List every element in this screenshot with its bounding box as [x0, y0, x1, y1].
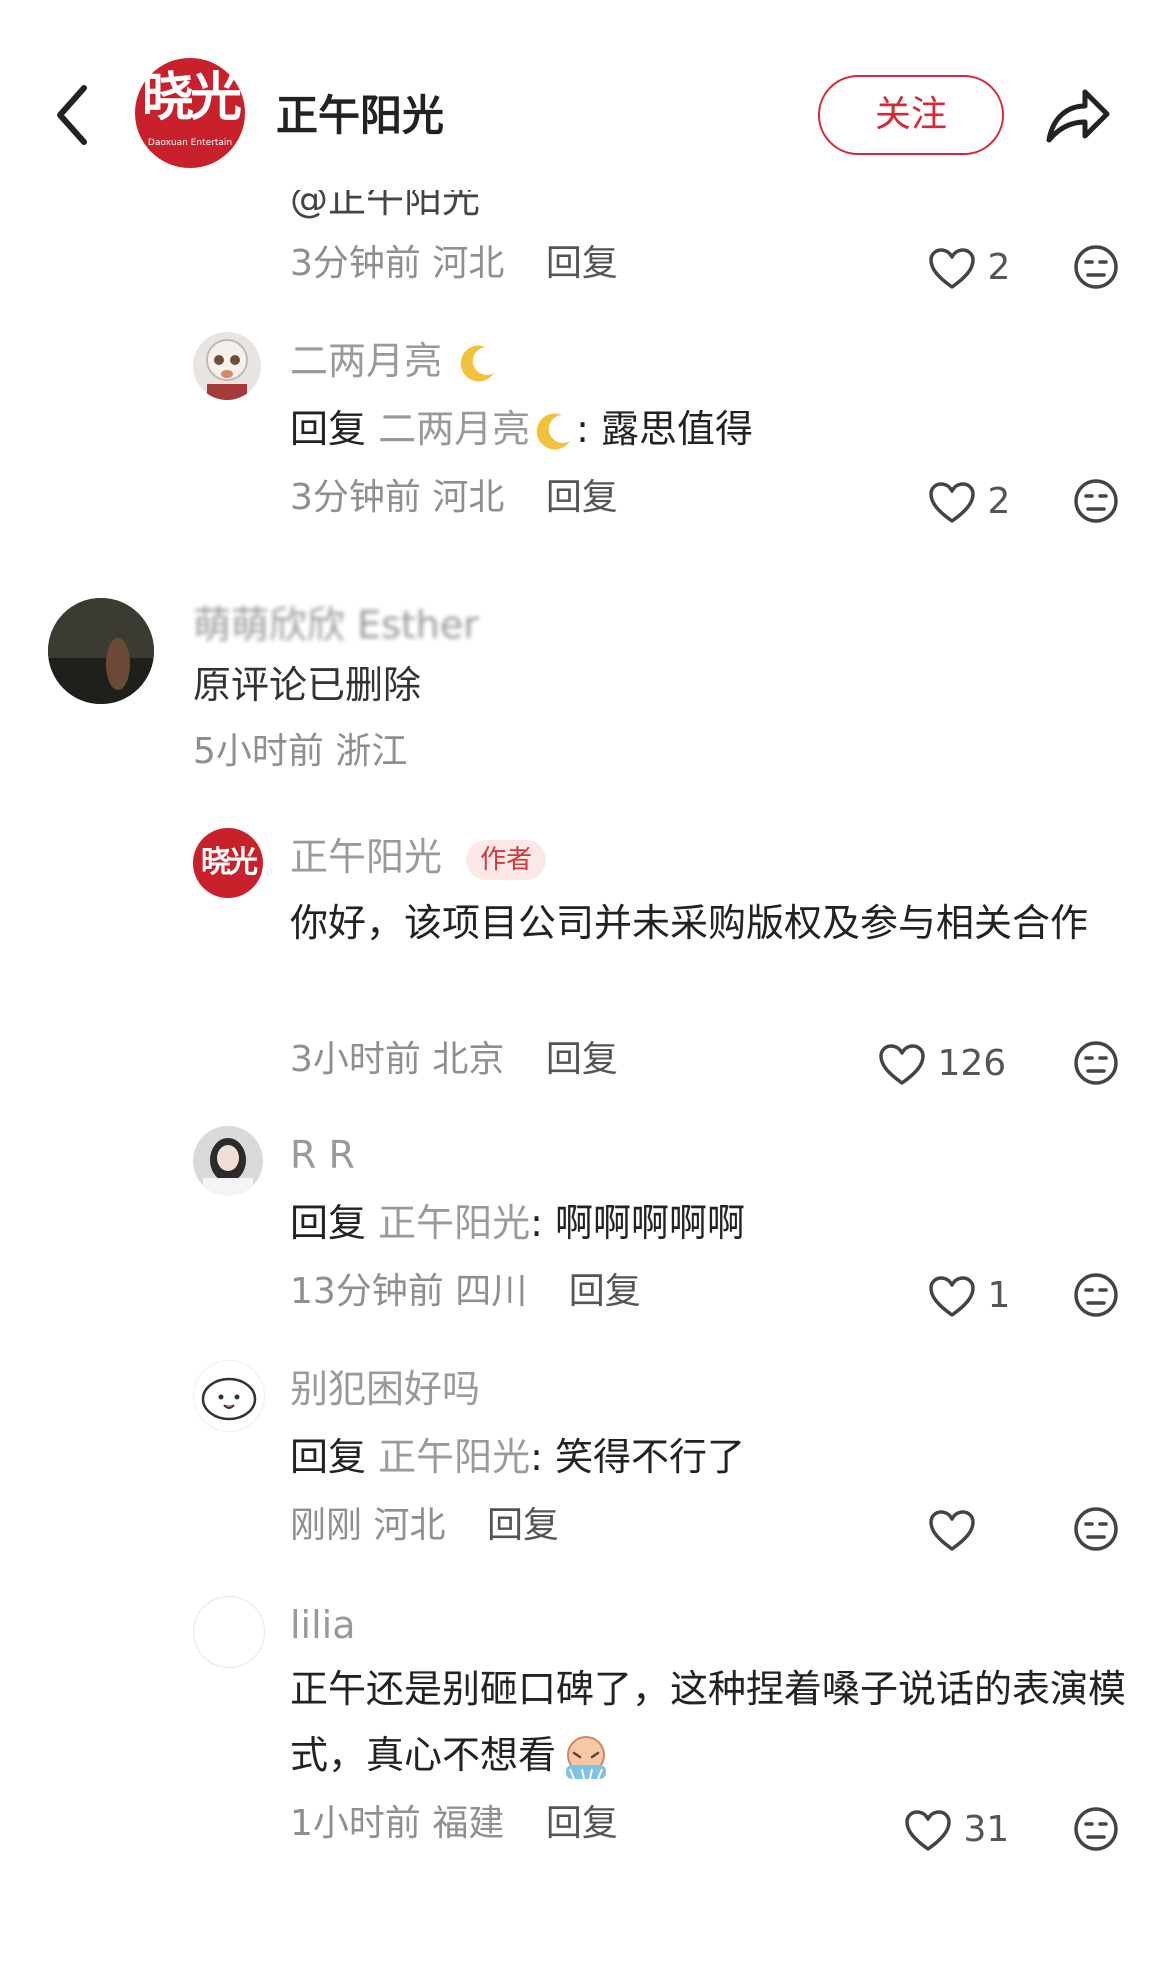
- comment-time: 刚刚: [290, 1505, 363, 1546]
- avatar[interactable]: [193, 1360, 265, 1432]
- comment-time: 5小时前: [193, 731, 324, 772]
- like-button[interactable]: [928, 1506, 976, 1554]
- unhappy-face-icon[interactable]: [1073, 478, 1119, 524]
- avatar[interactable]: [193, 1596, 265, 1668]
- avatar[interactable]: [193, 332, 261, 400]
- unhappy-face-icon[interactable]: [1073, 244, 1119, 290]
- comment-meta: 3分钟前 河北 回复: [290, 474, 618, 522]
- heart-icon: [929, 248, 975, 289]
- reply-prefix: 回复: [290, 1201, 367, 1245]
- comment-username[interactable]: 别犯困好吗: [290, 1364, 480, 1414]
- like-count: 2: [987, 481, 1011, 522]
- reply-text: : 笑得不行了: [530, 1435, 746, 1479]
- reply-button[interactable]: 回复: [569, 1271, 641, 1312]
- comment-username[interactable]: lilia: [290, 1600, 356, 1650]
- like-button[interactable]: 31: [904, 1806, 1009, 1854]
- like-button[interactable]: 2: [928, 478, 1010, 526]
- like-count: 126: [937, 1043, 1007, 1084]
- avatar[interactable]: 晓光: [193, 828, 263, 898]
- author-badge: 作者: [466, 839, 547, 880]
- reply-button[interactable]: 回复: [546, 477, 618, 518]
- comment-location: 浙江: [335, 731, 408, 772]
- heart-icon: [929, 1510, 975, 1551]
- comment-location: 四川: [455, 1271, 528, 1312]
- reply-prefix: 回复: [290, 407, 367, 451]
- unhappy-face-icon[interactable]: [1073, 1806, 1119, 1852]
- comment-location: 北京: [432, 1039, 505, 1080]
- reply-button[interactable]: 回复: [546, 1803, 618, 1844]
- logo-text: 晓光: [141, 68, 242, 128]
- username-text: 正午阳光: [290, 835, 443, 879]
- like-count: 31: [963, 1809, 1010, 1850]
- comment-time: 3分钟前: [290, 477, 421, 518]
- follow-button[interactable]: 关注: [818, 75, 1004, 155]
- username-text: 二两月亮: [290, 339, 443, 383]
- reply-button[interactable]: 回复: [546, 243, 618, 284]
- cartoon-sheep-avatar-icon: [206, 339, 248, 400]
- reply-prefix: 回复: [290, 1435, 367, 1479]
- cartoon-cat-avatar-icon: [201, 1377, 257, 1421]
- like-button[interactable]: 2: [928, 244, 1010, 292]
- heart-icon: [905, 1810, 951, 1851]
- comment-time: 3分钟前: [290, 243, 421, 284]
- comment-location: 河北: [432, 477, 505, 518]
- comment-time: 13分钟前: [290, 1271, 444, 1312]
- comment-meta: 1小时前 福建 回复: [290, 1800, 618, 1848]
- comment-text: 正午还是别砸口碑了，这种捏着嗓子说话的表演模式，真心不想看: [290, 1667, 1127, 1777]
- crescent-moon-icon: [536, 412, 571, 449]
- author-avatar-logo[interactable]: 晓光 Daoxuan Entertain: [135, 58, 245, 168]
- like-button[interactable]: 126: [878, 1040, 1006, 1088]
- reply-text: : 露思值得: [576, 407, 754, 451]
- comment-meta: 5小时前 浙江: [193, 728, 407, 776]
- logo-text: 晓光: [201, 845, 258, 880]
- comment-body: 回复 正午阳光: 笑得不行了: [290, 1432, 745, 1482]
- comment-username[interactable]: R R: [290, 1130, 355, 1180]
- avatar[interactable]: [193, 1126, 263, 1196]
- reply-target-name[interactable]: 正午阳光: [378, 1435, 530, 1479]
- comment-meta: 刚刚 河北 回复: [290, 1502, 559, 1550]
- like-count: 2: [987, 247, 1011, 288]
- comment-location: 河北: [432, 243, 505, 284]
- avatar[interactable]: [48, 598, 154, 704]
- unhappy-face-icon[interactable]: [1073, 1272, 1119, 1318]
- comment-location: 河北: [373, 1505, 446, 1546]
- comment-body: 你好，该项目公司并未采购版权及参与相关合作: [290, 901, 1089, 945]
- comment-body: 回复 正午阳光: 啊啊啊啊啊: [290, 1198, 745, 1248]
- unhappy-face-icon[interactable]: [1073, 1040, 1119, 1086]
- chevron-left-icon[interactable]: [52, 80, 92, 150]
- top-bar: 晓光 Daoxuan Entertain 正午阳光 关注: [0, 0, 1170, 190]
- comment-username[interactable]: 正午阳光 作者: [290, 832, 547, 882]
- comment-meta: 3分钟前 河北 回复: [290, 240, 618, 288]
- page-title[interactable]: 正午阳光: [276, 88, 444, 144]
- comment-meta: 13分钟前 四川 回复: [290, 1268, 641, 1316]
- comment-time: 1小时前: [290, 1803, 421, 1844]
- like-count: 1: [987, 1275, 1011, 1316]
- reply-button[interactable]: 回复: [546, 1039, 618, 1080]
- comment-time: 3小时前: [290, 1039, 421, 1080]
- heart-icon: [879, 1044, 925, 1085]
- photo-avatar-icon: [48, 598, 154, 704]
- comment-body: 正午还是别砸口碑了，这种捏着嗓子说话的表演模式，真心不想看: [290, 1656, 1130, 1788]
- logo-subtext: Daoxuan Entertain: [147, 138, 233, 148]
- crying-face-emoji-icon: [566, 1735, 607, 1779]
- comment-body: 原评论已删除: [193, 663, 422, 707]
- comment-location: 福建: [432, 1803, 505, 1844]
- crescent-moon-icon: [460, 344, 495, 381]
- reply-button[interactable]: 回复: [487, 1505, 559, 1546]
- reply-target-name[interactable]: 二两月亮: [378, 407, 530, 451]
- reply-text: : 啊啊啊啊啊: [530, 1201, 746, 1245]
- comment-meta: 3小时前 北京 回复: [290, 1036, 618, 1084]
- heart-icon: [929, 1276, 975, 1317]
- share-arrow-icon[interactable]: [1043, 84, 1113, 148]
- comment-body: 回复 二两月亮 : 露思值得: [290, 404, 753, 455]
- reply-target-name[interactable]: 正午阳光: [378, 1201, 530, 1245]
- unhappy-face-icon[interactable]: [1073, 1506, 1119, 1552]
- like-button[interactable]: 1: [928, 1272, 1010, 1320]
- photo-avatar-icon: [203, 1138, 253, 1196]
- heart-icon: [929, 482, 975, 523]
- comment-username[interactable]: 萌萌欣欣 Esther: [193, 600, 479, 650]
- comment-username[interactable]: 二两月亮: [290, 336, 500, 387]
